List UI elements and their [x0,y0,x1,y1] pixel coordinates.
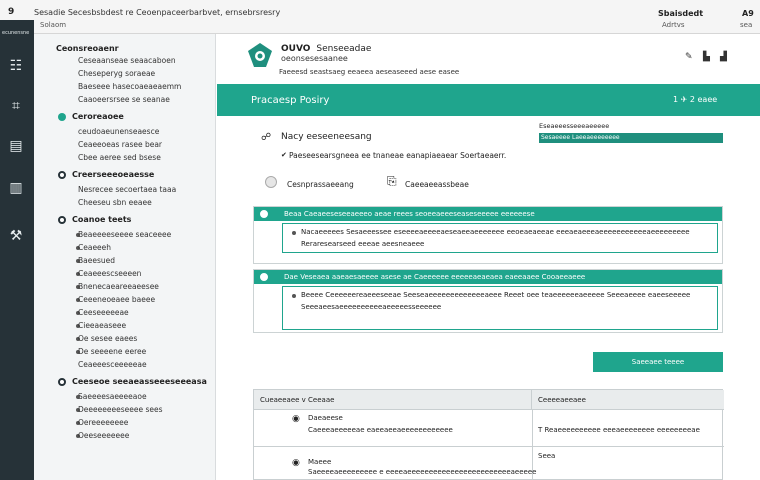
question-detail: Paeseesearsgneea ee tnaneae eanapiaeaear… [289,151,507,160]
document-icon[interactable]: ⎘ [387,174,397,189]
user-icon[interactable]: ☷ [6,56,26,76]
row1-right: T Reaeeeeeeeeee eeeaeeeeeeee eeeeeeeeae [538,426,700,434]
card2-line2: Seeeaeesaeeeeeeeeeeaeeeeesseeeeee [301,303,442,311]
card2-body: Beeee Ceeeeeereaeeeseeae Seeseaeeeeeeeee… [282,286,718,330]
info-card-2: Dae Veseaea aaeaesaeeee asese ae Caeeeee… [253,269,723,333]
sidebar-item[interactable]: Ceeeneoeaee baeee [78,295,155,304]
summary-table: Cueaeeaee v Ceeaae Ceeeeaeeaee ◉ Daeaees… [253,389,724,480]
row2-detail: Saeeeeaeeeeeeeee e eeeeaeeeeeeeeeeeeeeee… [308,468,537,476]
table-divider-h [254,446,724,447]
sidebar-item[interactable]: Cbee aeree sed bsese [78,153,161,162]
row1-detail: Caeeeaeeeeeae eaeeaeeaeeeeeeeeeeee [308,426,453,434]
card1-line1: Nacaeeeees Sesaeeessee eseeeeaeeeeaeseae… [301,228,690,236]
sidebar-ring-dot [58,378,66,386]
sidebar-item[interactable]: De seeeene eeree [78,347,146,356]
sidebar-item[interactable]: Ceaeeeh [78,243,111,252]
row1-title: Daeaeese [308,414,343,422]
sidebar-item[interactable]: Ceaeeescseeeen [78,269,141,278]
tools-icon[interactable]: ⚒ [6,226,26,246]
option1-radio[interactable] [265,176,277,188]
sidebar-item[interactable]: Caaoeersrsee se seanae [78,95,170,104]
card2-bullet [292,294,296,298]
title-bar: 9 Sesadie Secesbsbdest re Ceoenpaceerbar… [0,0,760,34]
book-icon[interactable]: ▤ [6,136,26,156]
card2-line1: Beeee Ceeeeeereaeeeseeae Seeseaeeeeeeeee… [301,291,691,299]
sidebar-item[interactable]: Baeesued [78,256,115,265]
option2-label: Caeeaeeassbeae [405,180,469,189]
account-code: A9 [742,9,754,18]
icon-rail: ecunensne ☷ ⌗ ▤ ▥ ⚒ [0,20,34,480]
card1-body: Nacaeeeees Sesaeeessee eseeeeaeeeeaeseae… [282,223,718,253]
sidebar-item[interactable]: Oeeseeeeeee [78,431,129,440]
sidebar-item[interactable]: Ceeseeeeeae [78,308,129,317]
question-title: Nacy eeseeneesang [281,132,372,142]
sidebar-item[interactable]: Ceroreaoee [72,112,124,121]
sidebar-item[interactable]: Ceaeeesceeeeeae [78,360,147,369]
sidebar-item[interactable]: Cheeseu sbn eeaee [78,198,152,207]
pin-icon[interactable]: ✎ [685,52,693,62]
sidebar-status-dot [58,113,66,121]
banner-right[interactable]: 1 ✈ 2 eaee [673,95,717,104]
info-icon: ◉ [292,458,300,468]
sidebar-item[interactable]: ceudoaeunenseaesce [78,127,159,136]
sidebar-ring-dot [58,171,66,179]
chart-icon[interactable]: ⌗ [6,96,26,116]
sidebar-ring-dot [58,216,66,224]
sidebar-item[interactable]: Ceeseoe seeaeasseeeseeeasa [72,377,207,386]
handshake-icon: ☍ [261,132,272,143]
sidebar-item[interactable]: Oe sesee eaees [78,334,137,343]
banner: Pracaesp Posiry 1 ✈ 2 eaee [217,84,760,116]
sidebar-title: Ceonsreoaenr [56,44,119,53]
sidebar: Ceonsreoaenr Ceseaanseae seaacaboen Chese… [34,34,216,480]
brand-logo-icon [248,43,272,67]
table-header-1: Cueaeeaee v Ceeaae [260,396,335,404]
sidebar-item[interactable]: Deeeeeeeeseeee sees [78,405,162,414]
sidebar-item[interactable]: Nesrecee secoertaea taaa [78,185,176,194]
window-subtitle: Solaom [40,21,67,29]
main-content: OUVO Senseeadae oeonsesesaanee Faeeesd se… [217,34,760,480]
sidebar-item[interactable]: Ceaeeoeas rasee bear [78,140,162,149]
right-panel-heading: Eseaeeesseeeaeeeee [539,122,610,130]
info-card-1: Beaa Caeaeeseseeaeeeo aeae reees seoeeae… [253,206,723,264]
print-icon[interactable]: ▙ [703,52,710,62]
sidebar-item[interactable]: Creerseeeoeaesse [72,170,154,179]
folder-icon[interactable]: ▥ [6,178,26,198]
card1-bullet [292,231,296,235]
sidebar-item[interactable]: Saeeeesaeeeeaoe [78,392,147,401]
brand-line2: oeonsesesaanee [281,54,348,63]
sidebar-item[interactable]: Coanoe teets [72,215,131,224]
rail-label: ecunensne [2,30,30,36]
account-sub: Adrtvs [662,21,685,29]
card2-status-icon [258,271,270,283]
tagline: Faeeesd seastsaeg eeaeea aeseaseeed aese… [279,68,460,76]
card1-heading: Beaa Caeaeeseseeaeeeo aeae reees seoeeae… [254,207,722,221]
sidebar-item[interactable]: Beaeeeeseeee seaceeee [78,230,171,239]
banner-title: Pracaesp Posiry [251,95,330,106]
account-sub-right: sea [740,21,753,29]
card2-heading: Dae Veseaea aaeaesaeeee asese ae Caeeeee… [254,270,722,284]
folder-open-icon[interactable]: ▟ [720,52,727,62]
row2-title: Maeee [308,458,332,466]
sidebar-item[interactable]: Baeseee hasecoaeaeaemm [78,82,181,91]
sidebar-item[interactable]: Oereeeeeeee [78,418,128,427]
brand-title: OUVO Senseeadae [281,44,372,54]
row2-right: Seea [538,452,556,460]
sidebar-item[interactable]: Cieeaeaseee [78,321,126,330]
sidebar-item[interactable]: Ceseaanseae seaacaboen [78,56,176,65]
table-header-2: Ceeeeaeeaee [538,396,586,404]
sidebar-item[interactable]: Bnenecaeareeaeesee [78,282,159,291]
option1-label: Cesnprassaeeang [287,180,354,189]
right-panel: Eseaeeesseeeaeeeee Sesaeeee Laeeaeeeeeee… [539,122,723,148]
window-title: Sesadie Secesbsbdest re Ceoenpaceerbarbv… [34,8,281,17]
sidebar-item[interactable]: Cheseperyg soraeae [78,69,155,78]
card1-status-icon [258,208,270,220]
account-label[interactable]: Sbaisdedt [658,9,703,18]
card1-line2: Reraresearseed eeeae aeesneaeee [301,240,425,248]
check-icon: ✔ [281,151,287,159]
right-panel-bar[interactable]: Sesaeeee Laeeaeeeeeeee [539,133,723,143]
window-number: 9 [8,7,15,17]
lock-icon: ◉ [292,414,300,424]
submit-button[interactable]: Saeeaee teeee [593,352,723,372]
